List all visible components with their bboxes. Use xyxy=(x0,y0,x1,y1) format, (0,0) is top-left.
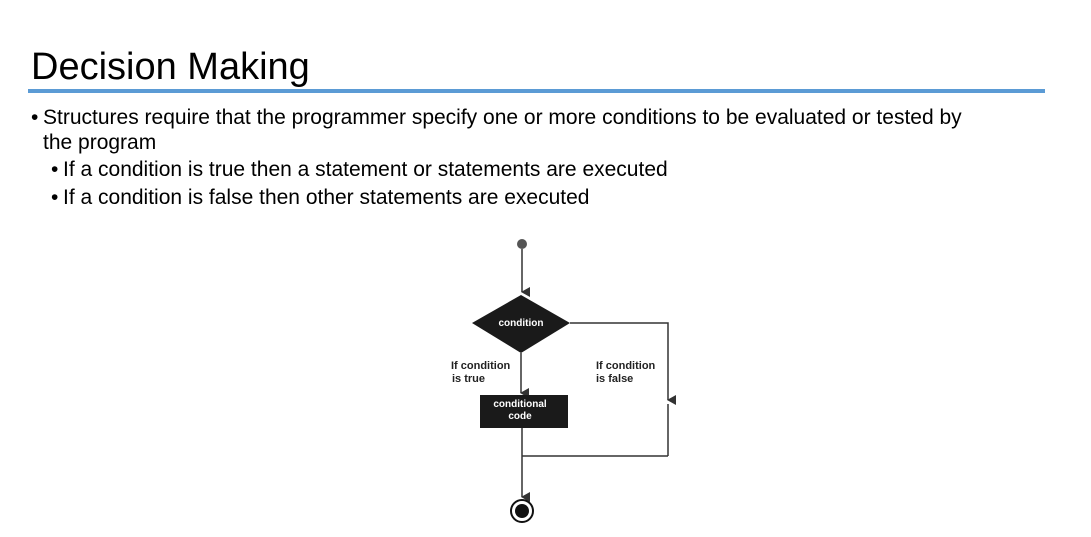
decision-label: condition xyxy=(499,318,544,329)
false-branch-label-line1: If condition xyxy=(596,360,656,372)
true-branch-label-line1: If condition xyxy=(451,360,511,372)
process-label-line1: conditional xyxy=(493,399,547,410)
decision-flowchart: condition If condition is true condition… xyxy=(451,239,676,523)
true-branch-label-line2: is true xyxy=(452,373,485,385)
false-branch-label-line2: is false xyxy=(596,373,633,385)
process-label-line2: code xyxy=(508,411,532,422)
end-node xyxy=(515,504,529,518)
start-node xyxy=(517,239,527,249)
